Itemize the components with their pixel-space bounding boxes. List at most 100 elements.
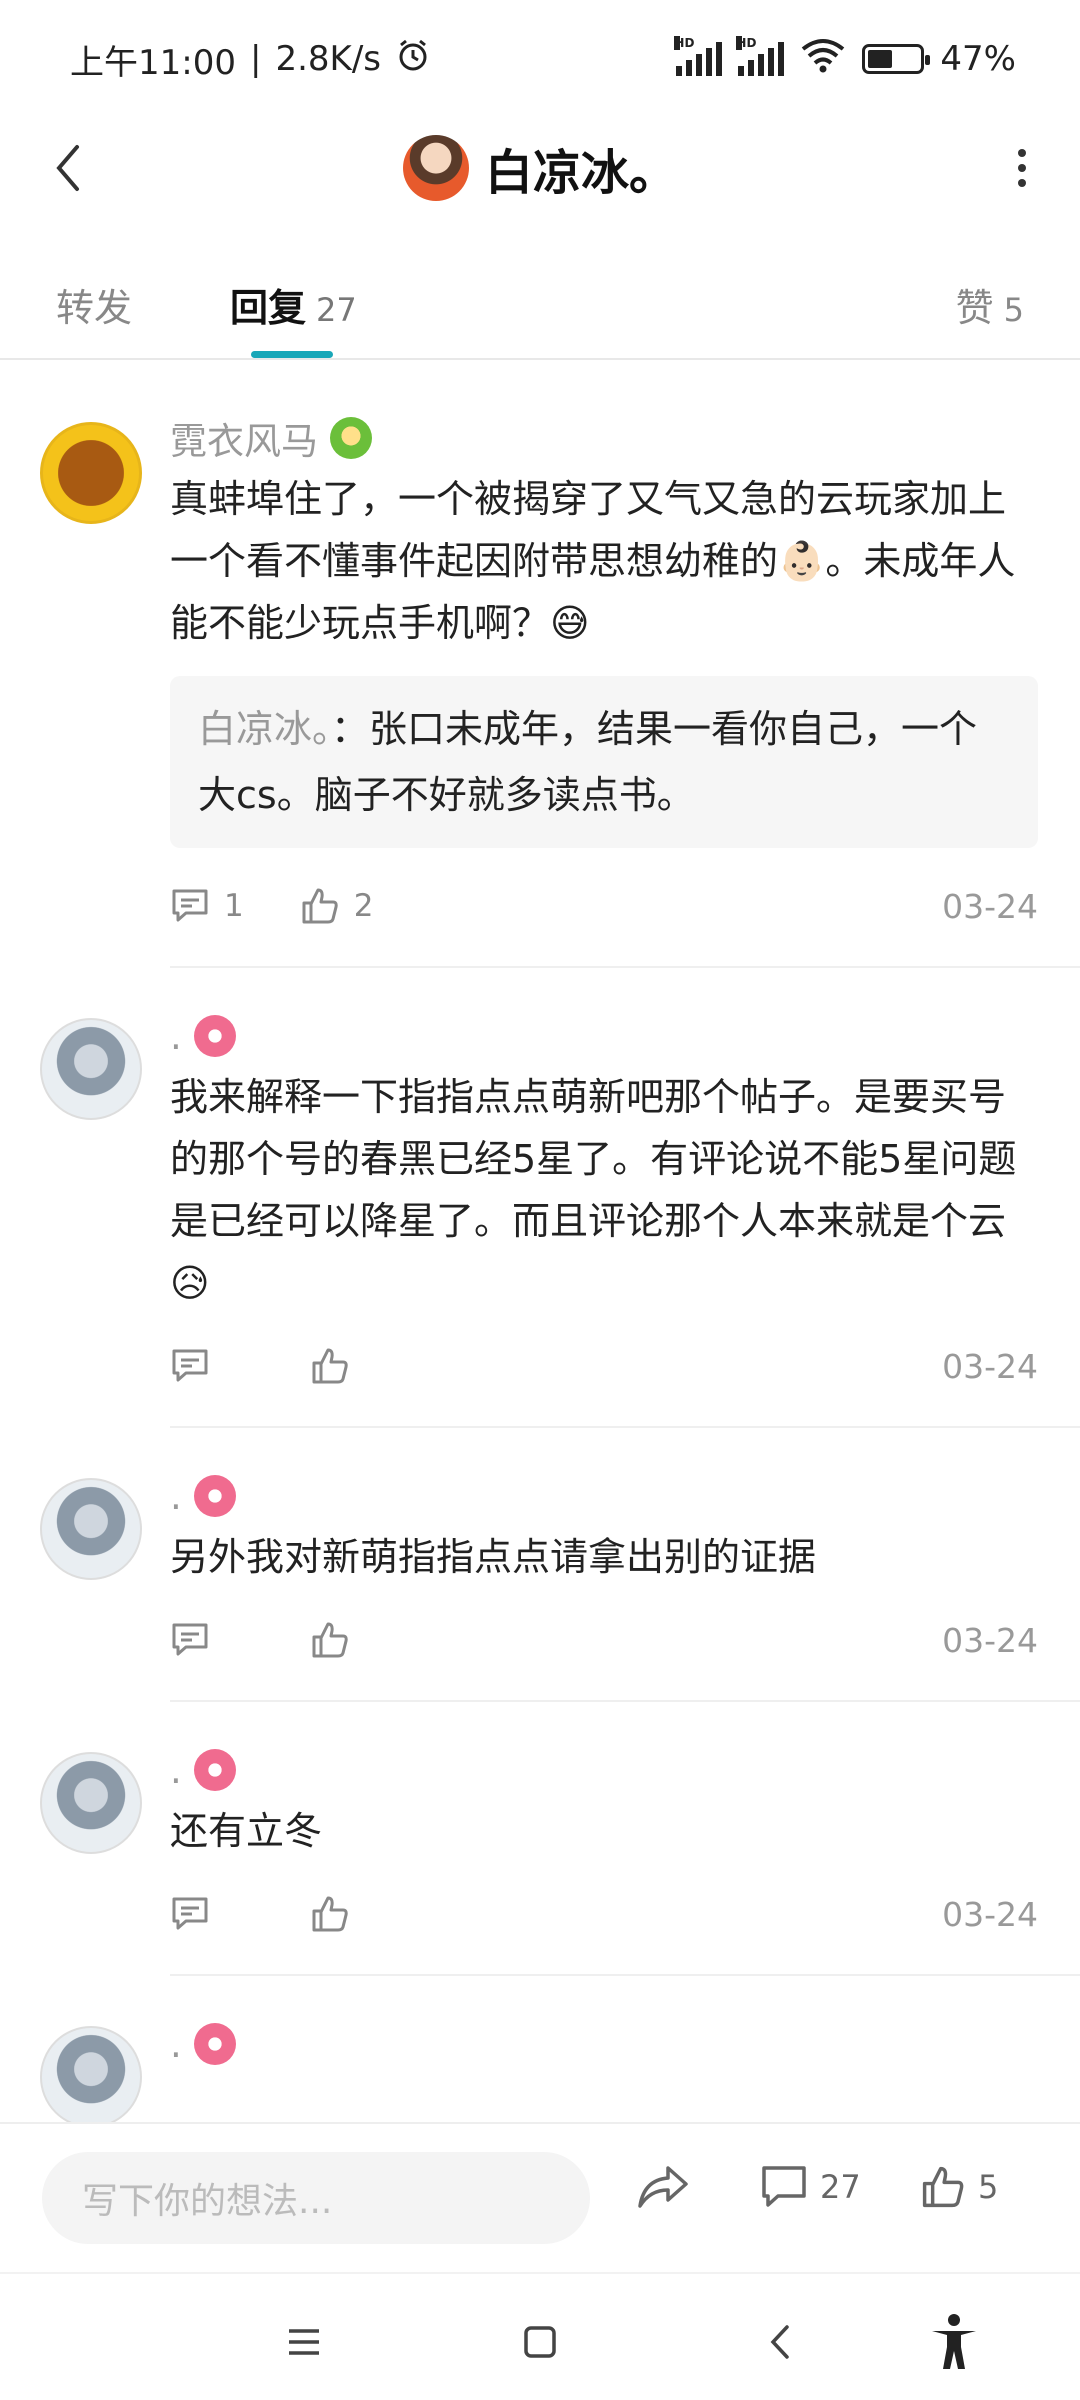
tab-forward[interactable]: 转发	[56, 277, 132, 332]
tab-reply-label: 回复	[230, 286, 307, 330]
thumbs-up-icon	[302, 888, 338, 924]
status-time: 上午11:00	[70, 42, 236, 83]
comment-date: 03-24	[942, 1620, 1038, 1660]
avatar[interactable]	[40, 1018, 142, 1120]
avatar[interactable]	[40, 1478, 142, 1580]
bottom-action-bar: 写下你的想法... 27 5	[0, 2122, 1080, 2272]
avatar[interactable]	[40, 422, 142, 524]
like-button[interactable]	[310, 1346, 350, 1386]
comment-username[interactable]: .	[170, 1475, 182, 1518]
comment-actions: 1 2 03-24	[170, 862, 1080, 950]
comment-list[interactable]: 霓衣风马 真蚌埠住了，一个被揭穿了又气又急的云玩家加上一个看不懂事件起因附带思想…	[0, 362, 1080, 2122]
header: 白凉冰。	[0, 118, 1080, 218]
comment-icon	[172, 1349, 208, 1382]
comment-actions: 03-24	[170, 1322, 1080, 1410]
more-button[interactable]	[994, 140, 1050, 196]
chevron-left-icon	[56, 145, 79, 191]
share-icon	[638, 2166, 688, 2208]
signal-icon: HD	[674, 36, 723, 76]
quote-username[interactable]: 白凉冰。	[198, 707, 331, 751]
comment-text[interactable]: 我来解释一下指指点点萌新吧那个帖子。是要买号的那个号的春黑已经5星了。有评论说不…	[170, 1066, 1080, 1314]
like-count: 5	[978, 2168, 999, 2206]
status-right: HD HD 47%	[674, 36, 1016, 82]
like-count-button[interactable]: 5	[920, 2164, 998, 2210]
comment-item: 霓衣风马 真蚌埠住了，一个被揭穿了又气又急的云玩家加上一个看不懂事件起因附带思想…	[0, 362, 1080, 968]
home-square-icon	[524, 2326, 556, 2358]
comment-count-button[interactable]: 27	[760, 2164, 861, 2210]
comment-input-placeholder: 写下你的想法...	[82, 2181, 333, 2222]
comment-date: 03-24	[942, 886, 1038, 926]
alarm-icon	[395, 37, 431, 82]
reply-button[interactable]: 1	[170, 887, 244, 925]
user-badge-icon	[330, 417, 372, 459]
wifi-icon	[800, 37, 846, 82]
more-vertical-icon	[1018, 149, 1026, 187]
avatar[interactable]	[40, 2026, 142, 2122]
tab-active-indicator	[251, 351, 333, 358]
thumbs-up-icon	[312, 1348, 348, 1384]
user-badge-icon	[193, 2023, 236, 2065]
comment-actions: 03-24	[170, 1870, 1080, 1958]
like-count: 2	[353, 888, 374, 924]
user-badge-icon	[193, 1015, 236, 1057]
tab-like-count: 5	[1003, 291, 1024, 329]
comment-count: 27	[820, 2168, 861, 2206]
comment-header: 霓衣风马	[170, 408, 1080, 468]
battery-icon	[862, 44, 931, 74]
status-left: 上午11:00 | 2.8K/s	[70, 35, 431, 84]
accessibility-button[interactable]	[924, 2312, 984, 2372]
status-network-speed: 2.8K/s	[275, 39, 381, 79]
header-title[interactable]: 白凉冰。	[402, 133, 677, 203]
chevron-left-icon	[770, 2325, 789, 2359]
tab-reply-count: 27	[316, 291, 357, 329]
nav-back-button[interactable]	[750, 2312, 810, 2372]
thumbs-up-icon	[922, 2166, 964, 2208]
comment-username[interactable]: .	[170, 1015, 182, 1058]
tab-like[interactable]: 赞 5	[956, 277, 1024, 332]
comment-item: . 我来解释一下指指点点萌新吧那个帖子。是要买号的那个号的春黑已经5星了。有评论…	[0, 968, 1080, 1428]
tab-like-label: 赞	[955, 286, 994, 330]
menu-icon	[289, 2329, 319, 2355]
system-nav-bar	[0, 2272, 1080, 2400]
comment-text[interactable]: 另外我对新萌指指点点请拿出别的证据	[170, 1526, 1080, 1588]
thumbs-up-icon	[312, 1896, 348, 1932]
comment-item: .	[0, 1976, 1080, 2122]
reply-button[interactable]	[170, 1895, 210, 1933]
comment-text[interactable]: 还有立冬	[170, 1800, 1080, 1862]
like-button[interactable]	[310, 1894, 350, 1934]
like-button[interactable]: 2	[300, 886, 374, 926]
page-title: 白凉冰。	[484, 145, 677, 201]
nav-home-button[interactable]	[510, 2312, 570, 2372]
comment-icon	[172, 1623, 208, 1656]
status-separator: |	[249, 39, 262, 79]
comment-username[interactable]: .	[170, 1749, 182, 1792]
tab-forward-label: 转发	[56, 286, 133, 330]
avatar[interactable]	[40, 1752, 142, 1854]
tab-reply[interactable]: 回复 27	[230, 277, 357, 332]
accessibility-icon	[932, 2314, 976, 2369]
status-bar: 上午11:00 | 2.8K/s HD HD 47%	[0, 0, 1080, 118]
comment-icon	[172, 1897, 208, 1930]
avatar[interactable]	[402, 135, 469, 201]
nav-menu-button[interactable]	[274, 2312, 334, 2372]
share-button[interactable]	[636, 2164, 690, 2210]
comment-icon	[762, 2166, 806, 2207]
comment-actions: 03-24	[170, 1596, 1080, 1684]
comment-item: . 另外我对新萌指指点点请拿出别的证据 03-24	[0, 1428, 1080, 1702]
comment-username[interactable]: 霓衣风马	[170, 411, 318, 465]
comment-input[interactable]: 写下你的想法...	[42, 2152, 590, 2244]
comment-date: 03-24	[942, 1894, 1038, 1934]
comment-item: . 还有立冬 03-24	[0, 1702, 1080, 1976]
comment-username[interactable]: .	[170, 2023, 182, 2066]
comment-header: .	[170, 1740, 1080, 1800]
back-button[interactable]	[40, 140, 96, 196]
comment-header: .	[170, 2014, 1080, 2074]
quoted-reply[interactable]: 白凉冰。：张口未成年，结果一看你自己，一个大cs。脑子不好就多读点书。	[170, 676, 1038, 848]
reply-button[interactable]	[170, 1621, 210, 1659]
like-button[interactable]	[310, 1620, 350, 1660]
comment-text[interactable]: 真蚌埠住了，一个被揭穿了又气又急的云玩家加上一个看不懂事件起因附带思想幼稚的👶🏻…	[170, 468, 1080, 654]
user-badge-icon	[193, 1749, 236, 1791]
comment-header: .	[170, 1466, 1080, 1526]
reply-button[interactable]	[170, 1347, 210, 1385]
user-badge-icon	[193, 1475, 236, 1517]
